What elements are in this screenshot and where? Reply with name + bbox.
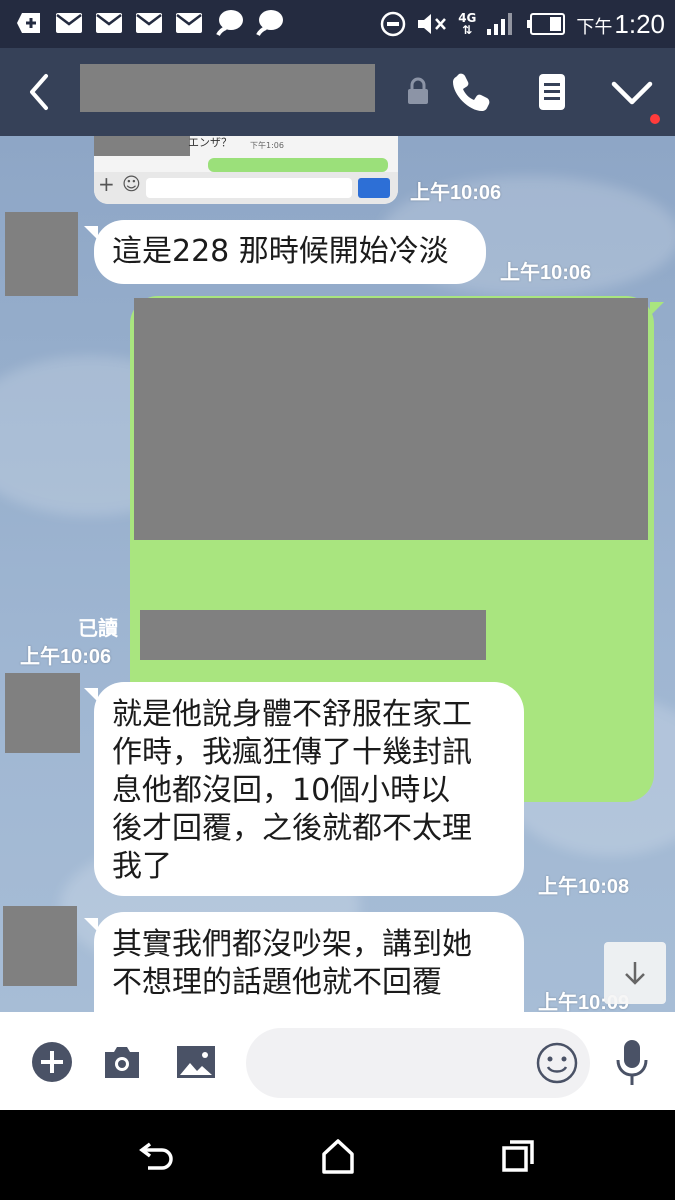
call-button[interactable] [450,70,494,114]
network-type: 4G ⇅ [458,11,477,37]
battery-icon [527,13,566,35]
plus-circle-icon [32,1042,72,1082]
message-timestamp: 上午10:06 [20,646,112,668]
system-navigation-bar [0,1110,675,1200]
emoji-button[interactable] [534,1040,580,1086]
thumbnail-time: 下午1:06 [250,141,284,150]
recents-icon [502,1140,534,1172]
message-timestamp: 上午10:06 [410,182,502,204]
do-not-disturb-icon [380,11,406,37]
thumbnail-green-bubble [208,158,388,172]
notification-icons [14,8,284,38]
message-text: 其實我們都沒吵架，講到她 不想理的話題他就不回覆 [112,927,472,1000]
avatar[interactable] [5,212,78,296]
redacted-area [134,298,648,540]
emoji-icon [536,1042,578,1084]
chat-bubble-icon [214,8,244,38]
microphone-icon [616,1040,648,1085]
arrow-down-icon [625,962,645,985]
mail-icon [174,8,204,38]
message-text: 這是228 那時候開始冷淡 [112,234,449,269]
nav-recents-button[interactable] [496,1136,540,1176]
message-composer [0,1012,675,1110]
clock: 下午1:20 [576,8,665,39]
more-menu-button[interactable] [606,70,658,114]
message-text: 就是他說身體不舒服在家工 作時，我瘋狂傳了十幾封訊 息他都沒回，10個小時以 後… [112,697,472,884]
back-nav-icon [139,1142,173,1170]
mail-icon [134,8,164,38]
incoming-message[interactable]: 這是228 那時候開始冷淡 [84,220,486,284]
mail-icon [54,8,84,38]
mail-icon [94,8,124,38]
thumbnail-mic-icon [358,178,390,198]
voice-button[interactable] [610,1038,654,1088]
avatar[interactable] [3,906,77,986]
read-receipt: 已讀 [78,618,118,640]
mute-icon [418,14,447,34]
home-icon [322,1139,354,1174]
chevron-down-icon [611,81,653,105]
thumbnail-emoji-icon: ☺ [122,174,141,195]
status-bar: 4G ⇅ 下午1:20 [0,0,675,48]
chat-area[interactable]: エンザ？ 下午1:06 + ☺ 上午10:06 這是228 那時候開始冷淡 上午… [0,136,675,1012]
notes-icon [539,74,565,110]
back-arrow-icon [30,74,48,110]
back-button[interactable] [20,70,60,114]
incoming-message[interactable]: 就是他說身體不舒服在家工 作時，我瘋狂傳了十幾封訊 息他都沒回，10個小時以 後… [84,682,524,896]
notification-dot [650,114,660,124]
system-status: 4G ⇅ 下午1:20 [380,6,665,42]
message-timestamp: 上午10:06 [500,262,592,284]
chat-header [0,48,675,136]
incoming-message[interactable]: 其實我們都沒吵架，講到她 不想理的話題他就不回覆 [84,912,524,1012]
phone-icon [453,73,490,111]
add-icon [14,8,44,38]
scroll-to-bottom-button[interactable] [604,942,666,1004]
camera-icon [105,1047,139,1078]
image-button[interactable] [174,1040,218,1084]
signal-icon [487,13,513,35]
chat-title-redacted [80,64,375,112]
message-timestamp: 上午10:08 [538,876,630,898]
redacted-area [94,136,190,156]
avatar[interactable] [5,673,80,753]
thumbnail-text: エンザ？ [188,136,232,149]
thumbnail-plus-icon: + [98,172,115,196]
lock-icon [404,76,432,106]
thumbnail-field [146,178,352,198]
nav-home-button[interactable] [316,1136,360,1176]
image-message-thumbnail[interactable]: エンザ？ 下午1:06 + ☺ [94,136,398,204]
add-button[interactable] [30,1040,74,1084]
redacted-area [140,610,486,660]
chat-bubble-icon [254,8,284,38]
image-icon [177,1046,215,1078]
notes-button[interactable] [530,70,574,114]
nav-back-button[interactable] [136,1136,180,1176]
camera-button[interactable] [100,1040,144,1084]
